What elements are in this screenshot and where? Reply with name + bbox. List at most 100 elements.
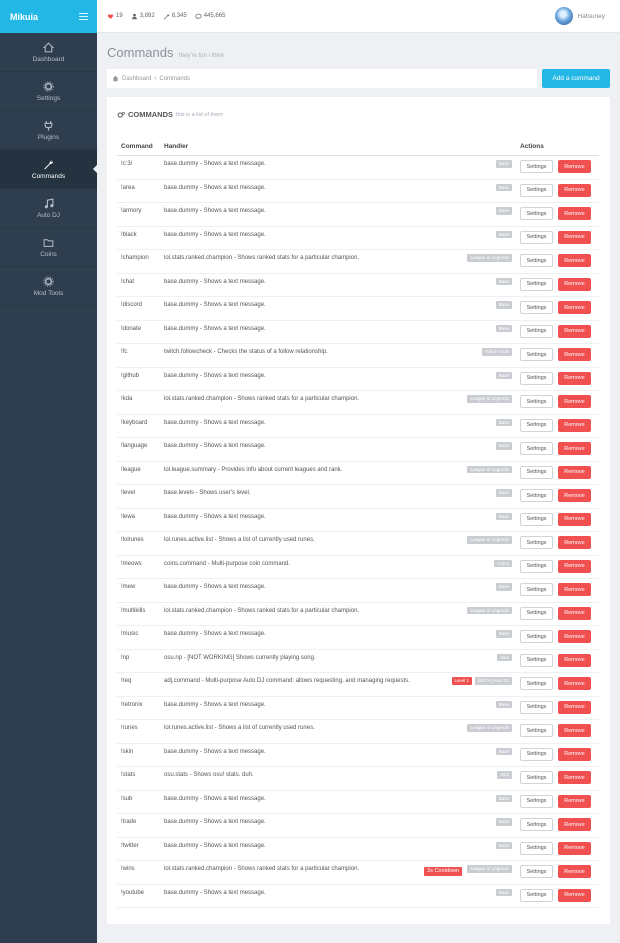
settings-button[interactable]: Settings — [520, 583, 553, 596]
settings-button[interactable]: Settings — [520, 160, 553, 173]
settings-button[interactable]: Settings — [520, 489, 553, 502]
settings-button[interactable]: Settings — [520, 888, 553, 902]
remove-button[interactable]: Remove — [558, 418, 591, 432]
remove-button[interactable]: Remove — [558, 512, 591, 526]
settings-button[interactable]: Settings — [520, 512, 553, 526]
brand-name[interactable]: Mikuia — [10, 12, 38, 22]
remove-button[interactable]: Remove — [558, 888, 591, 902]
settings-button[interactable]: Settings — [520, 183, 553, 197]
settings-button[interactable]: Settings — [520, 348, 553, 361]
command-handler: osu.np - [NOT WORKING] Shows currently p… — [164, 654, 316, 661]
remove-button[interactable]: Remove — [558, 489, 591, 502]
command-handler: base.dummy - Shows a text message. — [164, 842, 266, 849]
sidebar-item-coins[interactable]: Coins — [0, 228, 97, 267]
settings-button[interactable]: Settings — [520, 277, 553, 291]
sidebar-item-label: Settings — [36, 94, 61, 102]
cooldown-badge: 2s Cooldown — [424, 867, 462, 876]
sidebar-item-plugins[interactable]: Plugins — [0, 111, 97, 150]
settings-button[interactable]: Settings — [520, 371, 553, 385]
settings-button[interactable]: Settings — [520, 630, 553, 643]
avatar[interactable] — [554, 7, 573, 25]
settings-button[interactable]: Settings — [520, 653, 553, 667]
remove-button[interactable]: Remove — [558, 465, 591, 479]
settings-button[interactable]: Settings — [520, 254, 553, 267]
remove-button[interactable]: Remove — [558, 630, 591, 643]
settings-button[interactable]: Settings — [520, 230, 553, 244]
settings-button[interactable]: Settings — [520, 559, 553, 573]
command-handler: lol.stats.ranked.champion - Shows ranked… — [164, 866, 360, 872]
settings-button[interactable]: Settings — [520, 841, 553, 855]
command-name: !level — [121, 490, 136, 496]
command-handler: lol.runes.active.list - Shows a list of … — [164, 537, 315, 543]
settings-button[interactable]: Settings — [520, 771, 553, 784]
remove-button[interactable]: Remove — [558, 771, 591, 784]
remove-button[interactable]: Remove — [558, 653, 591, 667]
remove-button[interactable]: Remove — [558, 277, 591, 291]
settings-button[interactable]: Settings — [520, 536, 553, 549]
table-row: !fc twitch.followcheck - Checks the statu… — [117, 344, 599, 368]
remove-button[interactable]: Remove — [558, 606, 591, 620]
settings-button[interactable]: Settings — [520, 324, 553, 338]
command-name: !retronix — [121, 701, 143, 708]
remove-button[interactable]: Remove — [558, 348, 591, 361]
remove-button[interactable]: Remove — [558, 183, 591, 197]
panel-header: COMMANDS this is a list of them — [117, 110, 223, 119]
settings-button[interactable]: Settings — [520, 865, 553, 878]
remove-button[interactable]: Remove — [558, 700, 591, 714]
add-command-button[interactable]: Add a command — [542, 69, 610, 88]
settings-button[interactable]: Settings — [520, 395, 553, 408]
settings-button[interactable]: Settings — [520, 724, 553, 737]
command-name: !area — [121, 184, 135, 191]
remove-button[interactable]: Remove — [558, 230, 591, 244]
remove-button[interactable]: Remove — [558, 324, 591, 338]
settings-button[interactable]: Settings — [520, 301, 553, 314]
remove-button[interactable]: Remove — [558, 559, 591, 573]
settings-button[interactable]: Settings — [520, 465, 553, 479]
remove-button[interactable]: Remove — [558, 371, 591, 385]
remove-button[interactable]: Remove — [558, 794, 591, 808]
settings-button[interactable]: Settings — [520, 207, 553, 220]
command-handler: base.dummy - Shows a text message. — [164, 208, 266, 214]
remove-button[interactable]: Remove — [558, 818, 591, 831]
remove-button[interactable]: Remove — [558, 724, 591, 737]
settings-button[interactable]: Settings — [520, 700, 553, 714]
settings-button[interactable]: Settings — [520, 677, 553, 690]
command-name: !meows — [121, 560, 142, 567]
settings-button[interactable]: Settings — [520, 818, 553, 831]
brand-bar: Mikuia — [0, 0, 97, 33]
menu-toggle-icon[interactable] — [79, 13, 88, 20]
settings-button[interactable]: Settings — [520, 794, 553, 808]
settings-button[interactable]: Settings — [520, 747, 553, 761]
breadcrumb-dashboard[interactable]: Dashboard — [122, 76, 151, 82]
plugin-label: Base — [495, 207, 512, 215]
username[interactable]: Hatsuney — [578, 13, 605, 20]
remove-button[interactable]: Remove — [558, 677, 591, 690]
command-handler: lol.runes.active.list - Shows a list of … — [164, 725, 315, 731]
command-name: !multikills — [121, 607, 146, 614]
sidebar-item-commands[interactable]: Commands — [0, 150, 97, 189]
user-menu[interactable]: Hatsuney — [554, 7, 605, 25]
command-name: !kda — [121, 396, 133, 402]
settings-button[interactable]: Settings — [520, 606, 553, 620]
sidebar-item-settings[interactable]: Settings — [0, 72, 97, 111]
sidebar-item-auto-dj[interactable]: Auto DJ — [0, 189, 97, 228]
remove-button[interactable]: Remove — [558, 301, 591, 314]
remove-button[interactable]: Remove — [558, 583, 591, 596]
settings-button[interactable]: Settings — [520, 442, 553, 455]
remove-button[interactable]: Remove — [558, 841, 591, 855]
remove-button[interactable]: Remove — [558, 395, 591, 408]
command-name: !donate — [121, 325, 142, 332]
remove-button[interactable]: Remove — [558, 747, 591, 761]
remove-button[interactable]: Remove — [558, 207, 591, 220]
command-handler: adj.command - Multi-purpose Auto DJ comm… — [164, 678, 410, 684]
remove-button[interactable]: Remove — [558, 160, 591, 173]
remove-button[interactable]: Remove — [558, 536, 591, 549]
remove-button[interactable]: Remove — [558, 442, 591, 455]
sidebar-item-mod-tools[interactable]: Mod Tools — [0, 267, 97, 306]
remove-button[interactable]: Remove — [558, 254, 591, 267]
sidebar-item-dashboard[interactable]: Dashboard — [0, 33, 97, 72]
gears-icon — [117, 111, 125, 118]
command-handler: base.dummy - Shows a text message. — [164, 184, 266, 191]
remove-button[interactable]: Remove — [558, 865, 591, 878]
settings-button[interactable]: Settings — [520, 418, 553, 432]
